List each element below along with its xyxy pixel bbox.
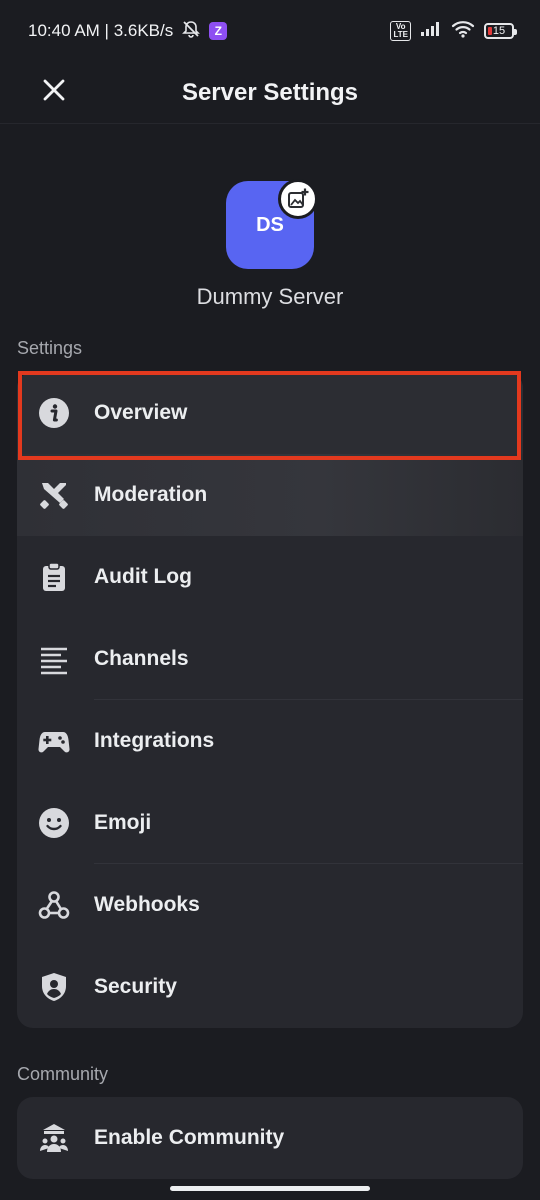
settings-item-label: Channels [94, 647, 189, 670]
community-card: Enable Community [17, 1097, 523, 1179]
settings-item-label: Emoji [94, 811, 152, 834]
status-time-speed: 10:40 AM | 3.6KB/s [28, 21, 174, 40]
settings-item-label: Security [94, 975, 177, 998]
wifi-icon [451, 20, 475, 43]
settings-item-security[interactable]: Security [17, 946, 523, 1028]
settings-item-integrations[interactable]: Integrations [17, 700, 523, 782]
settings-item-label: Overview [94, 401, 188, 424]
settings-item-moderation[interactable]: Moderation [17, 454, 523, 536]
gamepad-icon [37, 724, 71, 758]
battery-level: 15 [492, 25, 506, 37]
settings-card: Overview Moderation Audit Log Channels I… [17, 372, 523, 1028]
page-title: Server Settings [181, 78, 359, 106]
settings-item-label: Webhooks [94, 893, 200, 916]
status-left: 10:40 AM | 3.6KB/s Z [28, 19, 228, 44]
app-header: Server Settings [0, 62, 540, 124]
signal-icon [420, 21, 442, 42]
settings-item-label: Integrations [94, 729, 215, 752]
mute-icon [181, 19, 201, 44]
settings-section-label: Settings [17, 338, 83, 358]
community-icon [37, 1121, 71, 1155]
info-icon [37, 396, 71, 430]
status-bar: 10:40 AM | 3.6KB/s Z Vo LTE 15 [0, 0, 540, 62]
settings-item-channels[interactable]: Channels [17, 618, 523, 700]
webhook-icon [37, 888, 71, 922]
emoji-icon [37, 806, 71, 840]
server-avatar-container[interactable]: DS [226, 179, 318, 269]
add-image-button[interactable] [278, 179, 318, 219]
settings-item-webhooks[interactable]: Webhooks [17, 864, 523, 946]
settings-item-overview[interactable]: Overview [17, 372, 523, 454]
community-item-enable-community[interactable]: Enable Community [17, 1097, 523, 1179]
volte-bottom: LTE [393, 30, 408, 39]
clipboard-icon [37, 560, 71, 594]
z-app-icon: Z [209, 22, 228, 40]
close-icon [43, 79, 65, 101]
settings-item-audit-log[interactable]: Audit Log [17, 536, 523, 618]
status-right: Vo LTE 15 [390, 20, 517, 43]
channels-icon [37, 642, 71, 676]
shield-icon [37, 970, 71, 1004]
close-button[interactable] [36, 72, 72, 108]
server-name: Dummy Server [196, 284, 344, 309]
community-item-label: Enable Community [94, 1126, 285, 1149]
add-image-icon [288, 188, 309, 208]
community-section-label: Community [17, 1064, 109, 1084]
battery-icon: 15 [484, 23, 517, 39]
settings-item-label: Moderation [94, 483, 208, 506]
volte-icon: Vo LTE [390, 21, 411, 41]
settings-item-emoji[interactable]: Emoji [17, 782, 523, 864]
moderation-icon [37, 478, 71, 512]
home-indicator[interactable] [170, 1186, 370, 1191]
settings-item-label: Audit Log [94, 565, 192, 588]
